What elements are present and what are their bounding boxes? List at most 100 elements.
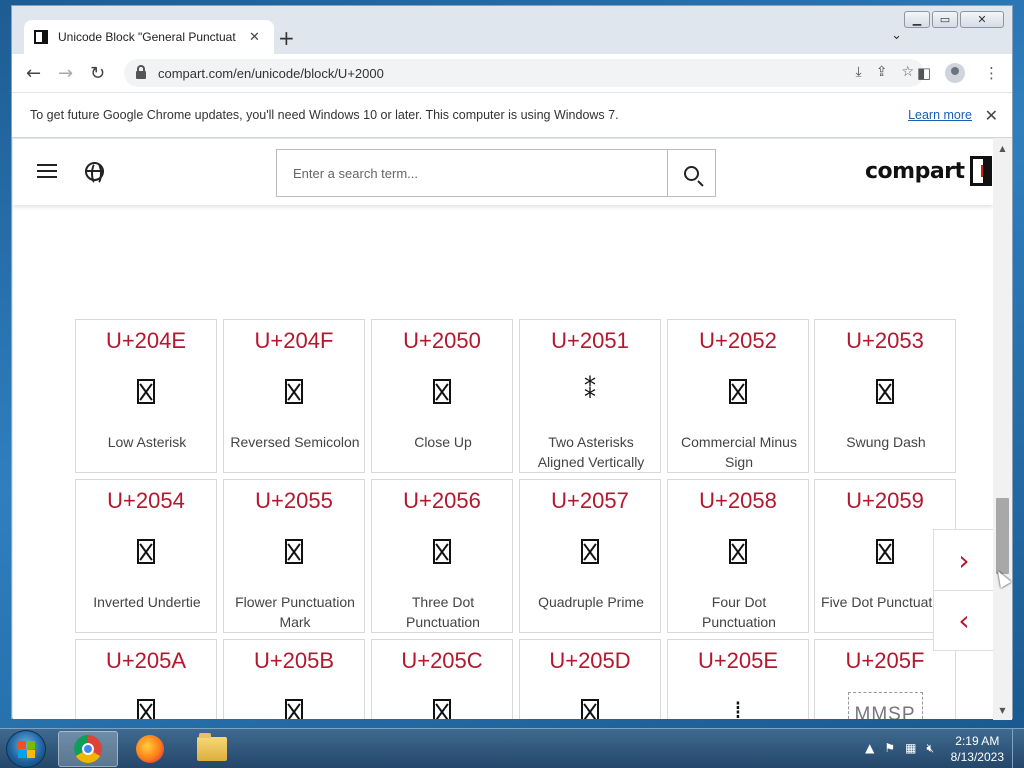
update-infobar: To get future Google Chrome updates, you… [12, 92, 1012, 138]
tab-close-icon[interactable]: ✕ [249, 30, 260, 45]
character-card[interactable]: U+2057 Quadruple Prime [519, 479, 661, 633]
codepoint-label: U+2054 [107, 488, 185, 513]
character-card[interactable]: U+2058 Four Dot Punctuation [667, 479, 809, 633]
character-name: Swung Dash [846, 434, 926, 450]
missing-glyph-icon [433, 698, 451, 719]
compart-logo[interactable]: compart [865, 156, 992, 186]
character-card[interactable]: U+205C [371, 639, 513, 719]
address-bar[interactable]: compart.com/en/unicode/block/U+2000 ⤓ ⇪ … [124, 59, 924, 87]
windows-taskbar: ▲ ⚑ ▦ 🔇︎ 2:19 AM 8/13/2023 [0, 728, 1024, 768]
missing-glyph-icon [285, 378, 303, 404]
site-header: compart [13, 139, 993, 205]
side-panel-icon[interactable]: ◧ [917, 64, 931, 82]
character-glyph: ⁑ [584, 376, 596, 404]
codepoint-label: U+205C [401, 648, 483, 673]
infobar-message: To get future Google Chrome updates, you… [30, 108, 619, 122]
codepoint-label: U+205D [549, 648, 631, 673]
browser-toolbar: ← → ↻ compart.com/en/unicode/block/U+200… [12, 54, 1012, 92]
missing-glyph-icon [285, 698, 303, 719]
globe-language-icon[interactable] [85, 162, 104, 185]
page-scrollbar[interactable]: ▲ ▼ [993, 138, 1012, 720]
character-card[interactable]: U+2055 Flower Punctuation Mark [223, 479, 365, 633]
codepoint-label: U+2056 [403, 488, 481, 513]
bookmark-star-icon[interactable]: ☆ [901, 64, 914, 80]
scroll-down-icon[interactable]: ▼ [993, 702, 1012, 718]
taskbar-chrome[interactable] [58, 731, 118, 767]
taskbar-clock[interactable]: 2:19 AM 8/13/2023 [951, 733, 1004, 765]
character-card[interactable]: U+204E Low Asterisk [75, 319, 217, 473]
tab-search-chevron-icon[interactable]: ⌄ [891, 28, 902, 43]
character-glyph: ⁞ [734, 696, 742, 719]
show-desktop-button[interactable] [1012, 729, 1024, 768]
character-name: Commercial Minus Sign [681, 434, 797, 470]
codepoint-label: U+2053 [846, 328, 924, 353]
reload-icon[interactable]: ↻ [90, 63, 105, 84]
character-card[interactable]: U+204F Reversed Semicolon [223, 319, 365, 473]
chrome-window: ▁ ▭ ✕ Unicode Block "General Punctuat ✕ … [11, 5, 1013, 720]
firefox-icon [136, 735, 164, 763]
character-card[interactable]: U+2053 Swung Dash [814, 319, 956, 473]
share-icon[interactable]: ⇪ [876, 64, 888, 80]
mmsp-placeholder: MMSP [847, 692, 923, 719]
missing-glyph-icon [137, 378, 155, 404]
action-center-icon[interactable]: ⚑ [884, 741, 895, 756]
character-card[interactable]: U+2050 Close Up [371, 319, 513, 473]
character-glyph [668, 372, 808, 408]
character-card[interactable]: U+205E ⁞ [667, 639, 809, 719]
logo-text: compart [865, 158, 965, 184]
character-glyph [372, 532, 512, 568]
chrome-menu-icon[interactable]: ⋮ [984, 64, 999, 82]
taskbar-firefox[interactable] [120, 731, 180, 767]
missing-glyph-icon [581, 538, 599, 564]
profile-avatar[interactable] [945, 63, 965, 87]
infobar-close-icon[interactable]: ✕ [985, 106, 998, 125]
start-button[interactable] [6, 730, 46, 768]
new-tab-icon[interactable]: + [278, 26, 295, 50]
install-app-icon[interactable]: ⤓ [856, 64, 862, 80]
next-page-arrow-icon[interactable]: › [934, 530, 993, 590]
character-glyph [520, 692, 660, 719]
lock-icon[interactable] [136, 65, 146, 79]
codepoint-label: U+204E [105, 328, 187, 353]
character-name: Five Dot Punctuation [821, 594, 951, 610]
character-name: Quadruple Prime [538, 594, 644, 610]
scroll-thumb[interactable] [996, 498, 1009, 574]
tray-expand-icon[interactable]: ▲ [865, 741, 874, 756]
back-arrow-icon[interactable]: ← [26, 63, 41, 84]
codepoint-label: U+2050 [403, 328, 481, 353]
character-name: Close Up [414, 434, 472, 450]
browser-tab[interactable]: Unicode Block "General Punctuat ✕ [24, 20, 274, 54]
codepoint-label: U+2057 [551, 488, 629, 513]
character-card[interactable]: U+205F MMSP [814, 639, 956, 719]
character-name: Reversed Semicolon [230, 434, 360, 450]
missing-glyph-icon [285, 538, 303, 564]
character-card[interactable]: U+205D [519, 639, 661, 719]
search-button[interactable] [667, 150, 715, 196]
learn-more-link[interactable]: Learn more [908, 108, 972, 122]
character-glyph [815, 372, 955, 408]
forward-arrow-icon[interactable]: → [58, 63, 73, 84]
codepoint-label: U+205E [697, 648, 779, 673]
character-card[interactable]: U+2056 Three Dot Punctuation [371, 479, 513, 633]
scroll-up-icon[interactable]: ▲ [993, 140, 1012, 156]
character-card[interactable]: U+2054 Inverted Undertie [75, 479, 217, 633]
character-card[interactable]: U+205A [75, 639, 217, 719]
url-text: compart.com/en/unicode/block/U+2000 [158, 65, 384, 81]
volume-muted-icon[interactable]: 🔇︎ [926, 741, 934, 756]
search-input[interactable] [277, 150, 667, 196]
tab-title: Unicode Block "General Punctuat [58, 30, 236, 44]
previous-page-arrow-icon[interactable]: ‹ [934, 590, 993, 650]
character-card[interactable]: U+2052 Commercial Minus Sign [667, 319, 809, 473]
missing-glyph-icon [581, 698, 599, 719]
hamburger-menu-icon[interactable] [37, 164, 57, 178]
character-card[interactable]: U+205B [223, 639, 365, 719]
missing-glyph-icon [137, 698, 155, 719]
network-icon[interactable]: ▦ [905, 741, 916, 756]
missing-glyph-icon [433, 538, 451, 564]
logo-mark-icon [969, 156, 992, 186]
codepoint-label: U+2051 [551, 328, 629, 353]
character-card[interactable]: U+2051 ⁑ Two Asterisks Aligned Vertically [519, 319, 661, 473]
character-glyph [520, 532, 660, 568]
taskbar-explorer[interactable] [182, 731, 242, 767]
character-glyph [224, 532, 364, 568]
